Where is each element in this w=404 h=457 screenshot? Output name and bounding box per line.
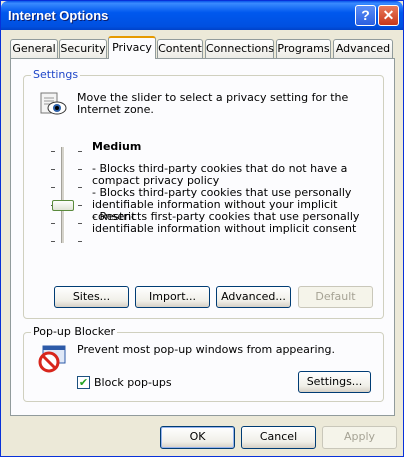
privacy-eye-icon (40, 92, 67, 115)
slider-tick (78, 169, 82, 170)
title-bar[interactable]: Internet Options ? ✕ (1, 1, 403, 30)
privacy-tab-panel: Settings Move the slider to select a pri… (10, 58, 395, 416)
slider-track[interactable] (61, 147, 65, 243)
slider-tick (78, 151, 82, 152)
slider-tick (51, 169, 55, 170)
settings-group: Settings Move the slider to select a pri… (23, 68, 384, 319)
slider-tick (51, 187, 55, 188)
close-button[interactable]: ✕ (378, 5, 399, 26)
tab-programs[interactable]: Programs (276, 39, 331, 58)
default-button[interactable]: Default (298, 286, 373, 308)
popup-blocker-group: Pop-up Blocker Prevent most pop-up windo… (23, 325, 384, 402)
tab-content[interactable]: Content (157, 39, 203, 58)
ok-button[interactable]: OK (160, 426, 235, 449)
popup-blocker-icon (38, 345, 66, 373)
privacy-desc-1: - Blocks third-party cookies that do not… (92, 162, 348, 187)
import-button[interactable]: Import... (135, 286, 210, 308)
slider-tick (78, 223, 82, 224)
popup-settings-button[interactable]: Settings... (298, 371, 371, 393)
tab-general[interactable]: General (10, 39, 58, 58)
tab-strip: General Security Privacy Content Connect… (10, 36, 395, 59)
privacy-level-name: Medium (92, 140, 142, 153)
settings-group-label: Settings (31, 68, 81, 81)
slider-thumb[interactable] (52, 200, 74, 211)
privacy-instruction: Move the slider to select a privacy sett… (77, 91, 349, 116)
sites-button[interactable]: Sites... (54, 286, 129, 308)
slider-tick (78, 205, 82, 206)
popup-blocker-description: Prevent most pop-up windows from appeari… (77, 343, 335, 356)
slider-tick (78, 187, 82, 188)
advanced-button[interactable]: Advanced... (216, 286, 291, 308)
slider-tick (51, 151, 55, 152)
privacy-slider[interactable] (51, 147, 91, 247)
tab-advanced[interactable]: Advanced (333, 39, 393, 58)
window-title: Internet Options (8, 8, 109, 23)
tab-security[interactable]: Security (59, 39, 107, 58)
slider-tick (51, 223, 55, 224)
block-popups-checkbox[interactable]: ✔ (77, 376, 90, 389)
block-popups-label[interactable]: Block pop-ups (94, 377, 172, 389)
slider-tick (51, 241, 55, 242)
apply-button[interactable]: Apply (322, 426, 397, 449)
internet-options-window: Internet Options ? ✕ General Security Pr… (0, 0, 404, 457)
cancel-button[interactable]: Cancel (241, 426, 316, 449)
tab-connections[interactable]: Connections (205, 39, 274, 58)
help-button[interactable]: ? (355, 5, 376, 26)
slider-tick (78, 241, 82, 242)
privacy-desc-3: - Restricts first-party cookies that use… (92, 210, 360, 235)
tab-privacy[interactable]: Privacy (108, 36, 156, 59)
popup-blocker-label: Pop-up Blocker (31, 325, 118, 338)
